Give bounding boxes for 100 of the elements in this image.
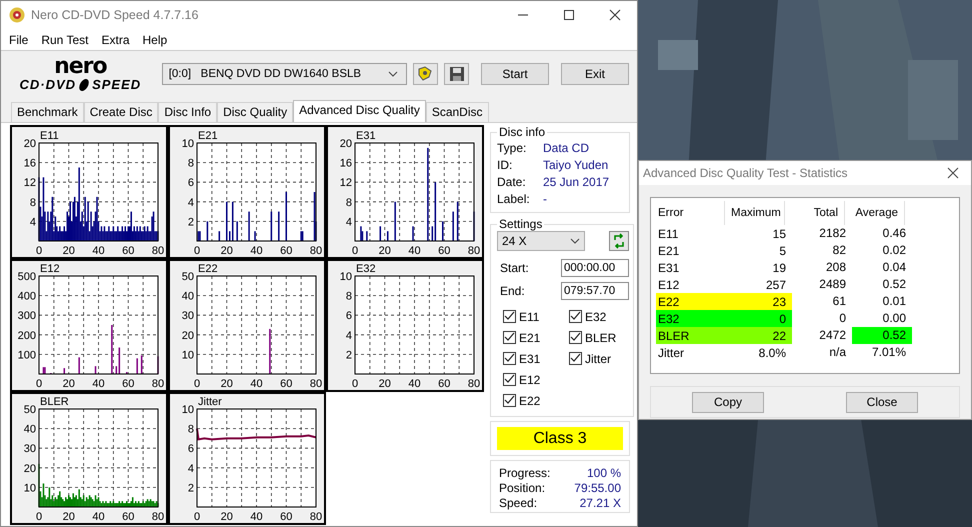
y-tick-label: 8 [188, 157, 194, 170]
y-tick-label: 40 [182, 290, 194, 303]
progress-label: Position: [499, 480, 546, 494]
x-tick-label: 20 [62, 511, 75, 523]
table-cell-text: n/a [828, 344, 847, 361]
class-result: Class 3 [497, 427, 623, 450]
y-tick-label: 20 [24, 462, 36, 475]
table-cell: E22 23 [656, 293, 792, 310]
window-title: Nero CD-DVD Speed 4.7.7.16 [31, 8, 200, 22]
table-cell-text: 208 [824, 259, 847, 276]
column-header: Maximum [725, 201, 785, 225]
info-value: Taiyo Yuden [543, 158, 608, 172]
info-label: ID: [497, 158, 514, 172]
progress-label: Speed: [499, 496, 538, 510]
y-tick-label: 10 [182, 138, 194, 150]
table-cell: E32 0 [656, 310, 792, 327]
table-cell-text: E31 19 [657, 260, 787, 276]
y-tick-label: 6 [346, 310, 352, 322]
group-title: Disc info [498, 125, 546, 139]
x-tick-label: 60 [438, 244, 450, 256]
x-tick-label: 0 [194, 244, 200, 256]
x-tick-label: 80 [152, 511, 164, 523]
x-tick-label: 0 [36, 511, 42, 523]
chart-title: Jitter [198, 396, 222, 408]
y-tick-label: 20 [182, 330, 194, 342]
y-tick-label: 4 [188, 462, 194, 475]
y-tick-label: 8 [188, 424, 194, 436]
x-tick-label: 20 [220, 244, 233, 256]
x-tick-label: 60 [280, 378, 292, 390]
x-tick-label: 40 [250, 378, 263, 390]
y-tick-label: 4 [30, 216, 36, 228]
x-tick-label: 40 [408, 378, 421, 390]
y-tick-label: 2 [346, 349, 352, 362]
x-tick-label: 20 [220, 378, 233, 390]
chart-title: E31 [356, 130, 376, 142]
table-cell: BLER 22 [656, 327, 792, 344]
table-cell-text: 2182 [818, 225, 847, 242]
x-tick-label: 80 [468, 244, 480, 256]
y-tick-label: 400 [18, 290, 36, 303]
x-tick-label: 0 [36, 378, 42, 390]
y-tick-label: 8 [346, 196, 352, 208]
table-cell: 0.52 [852, 327, 912, 344]
x-tick-label: 60 [122, 511, 134, 523]
x-tick-label: 20 [378, 378, 391, 390]
y-tick-label: 50 [182, 271, 194, 283]
y-tick-label: 16 [24, 157, 36, 170]
table-cell-text: 0 [838, 310, 847, 327]
y-tick-label: 6 [188, 443, 194, 456]
table-cell-text: 0.52 [882, 276, 907, 293]
field-label: Start: [500, 260, 529, 274]
checkbox-label: E31 [519, 352, 540, 366]
x-tick-label: 40 [92, 378, 105, 390]
table-cell-text: 82 [832, 242, 847, 259]
chart-title: BLER [40, 396, 69, 408]
table-cell-text: 0.46 [882, 225, 907, 242]
table-cell-text: 2472 [818, 327, 847, 344]
x-tick-label: 40 [92, 244, 105, 256]
field-label: End: [500, 284, 525, 298]
y-tick-label: 16 [340, 157, 352, 170]
table-cell-text: 7.01% [870, 344, 907, 361]
table-cell-text: 0.04 [882, 259, 907, 276]
table-cell-text: 61 [832, 293, 847, 310]
y-tick-label: 10 [182, 404, 194, 416]
table-cell-text: 0.00 [882, 310, 907, 327]
x-tick-label: 40 [408, 244, 421, 256]
x-tick-label: 80 [310, 511, 322, 523]
chart-title: E11 [40, 130, 59, 142]
checkbox-label: E22 [519, 394, 540, 408]
y-tick-label: 30 [24, 443, 36, 456]
y-tick-label: 2 [188, 216, 194, 228]
x-tick-label: 20 [62, 378, 75, 390]
logo-product: SPEED [92, 78, 142, 92]
x-tick-label: 60 [122, 378, 134, 390]
checkbox-label: BLER [585, 330, 616, 344]
chart-title: E21 [198, 130, 218, 142]
x-tick-label: 20 [62, 244, 75, 256]
x-tick-label: 40 [92, 511, 105, 523]
info-value: 25 Jun 2017 [543, 174, 610, 188]
progress-label: Progress: [499, 466, 550, 480]
y-tick-label: 4 [346, 330, 352, 342]
x-tick-label: 20 [378, 244, 391, 256]
table-cell-text: E11 15 [657, 226, 787, 242]
info-label: Date: [497, 174, 527, 188]
y-tick-label: 20 [24, 138, 36, 150]
group-title: Settings [498, 217, 544, 231]
x-tick-label: 60 [280, 244, 292, 256]
logo-brand: nero [54, 56, 107, 78]
x-tick-label: 60 [438, 378, 450, 390]
x-tick-label: 80 [310, 378, 322, 390]
table-cell-text: Jitter 8.0% [657, 344, 787, 361]
progress-value: 79:55.00 [574, 480, 621, 494]
y-tick-label: 500 [18, 271, 36, 283]
checkbox-label: E12 [519, 372, 540, 386]
table-cell-text: 2489 [818, 276, 847, 293]
x-tick-label: 40 [250, 511, 263, 523]
checkbox-label: E11 [519, 310, 540, 324]
info-value: - [543, 192, 547, 206]
dialog-title: Advanced Disc Quality Test - Statistics [643, 166, 848, 180]
column-header: Total [785, 201, 845, 225]
progress-value: 27.21 X [580, 496, 621, 510]
